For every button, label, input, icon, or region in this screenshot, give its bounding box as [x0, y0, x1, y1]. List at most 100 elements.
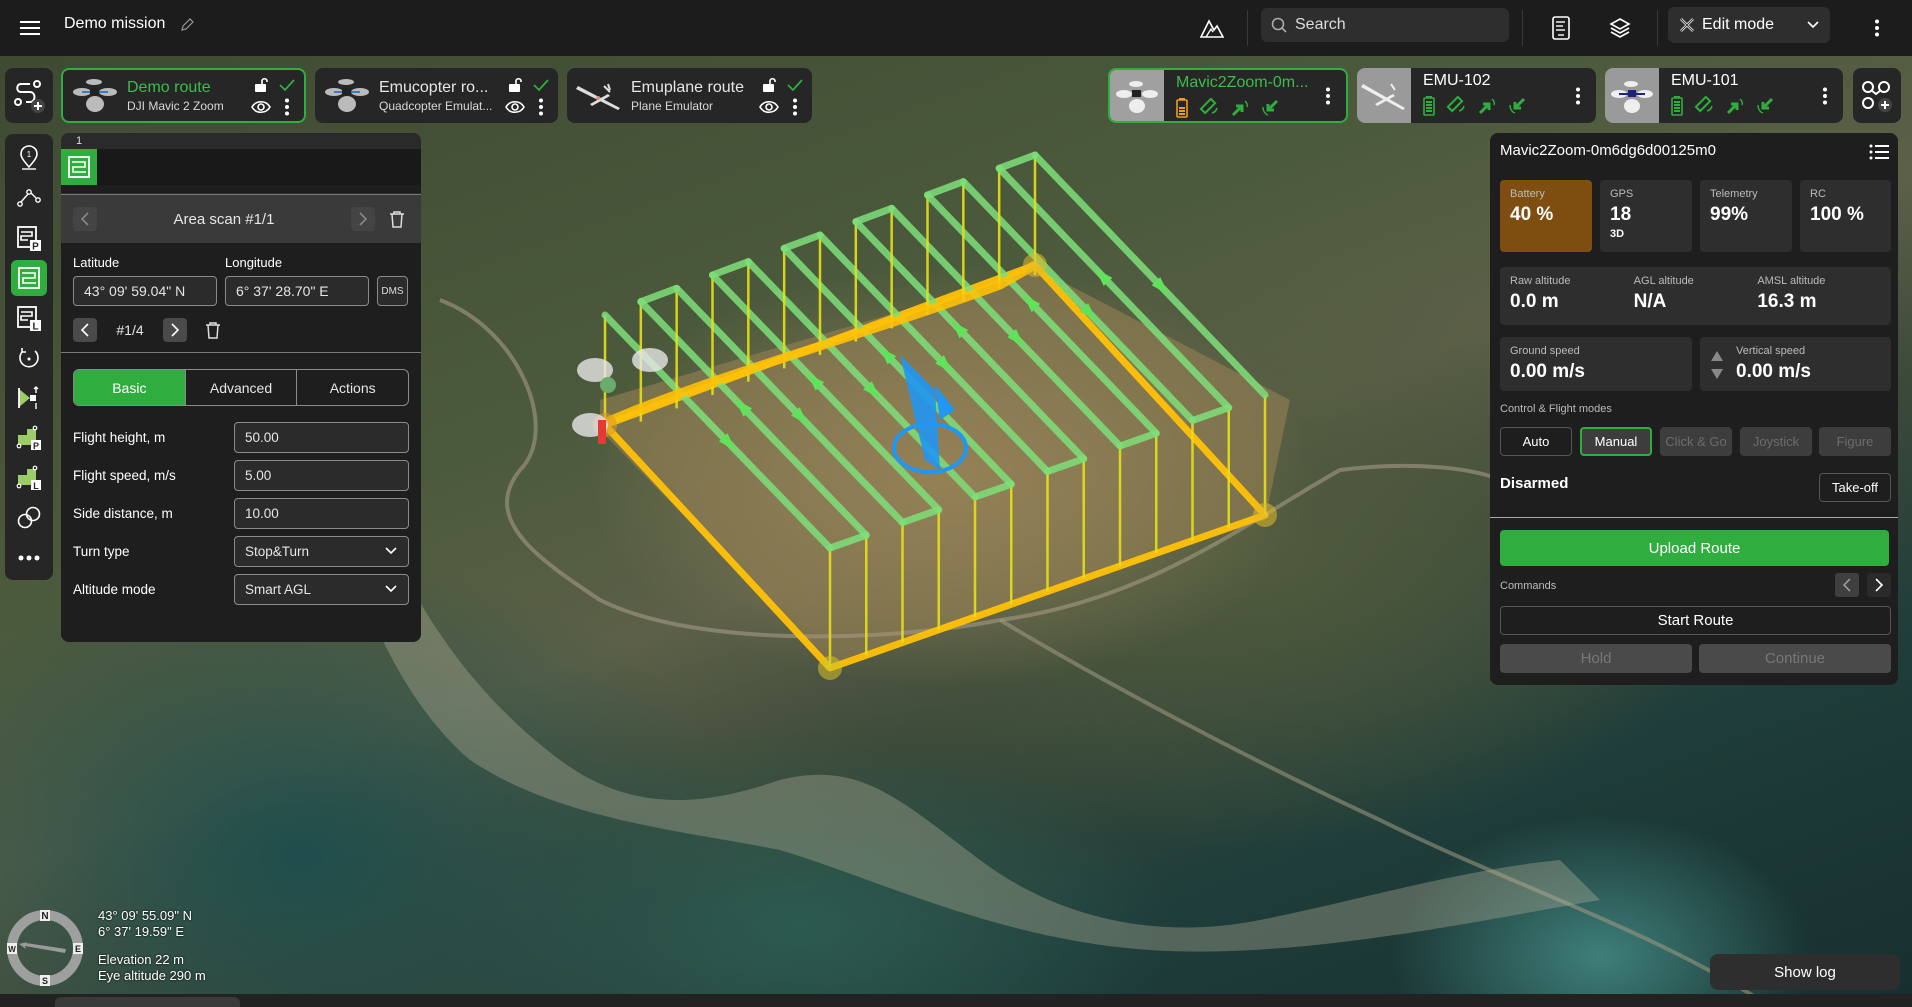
- add-vehicle-button[interactable]: [1853, 68, 1901, 123]
- mode-click-go-button[interactable]: Click & Go: [1660, 427, 1732, 456]
- facade-tool[interactable]: [11, 380, 47, 416]
- route-card-emuplane-route[interactable]: Emuplane route Plane Emulator: [567, 68, 812, 123]
- next-waypoint-button[interactable]: [163, 318, 187, 342]
- vehicle-details-menu-button[interactable]: [1868, 141, 1890, 163]
- mode-figure-button[interactable]: Figure: [1819, 427, 1891, 456]
- amsl-altitude-label: AMSL altitude: [1757, 275, 1826, 287]
- flight-speed-input[interactable]: [234, 459, 409, 491]
- flight-turn: [924, 178, 967, 199]
- vehicle-card-emu-102[interactable]: EMU-102: [1357, 68, 1596, 123]
- tab-advanced[interactable]: Advanced: [184, 370, 297, 405]
- segment-list: [61, 149, 421, 185]
- flight-height-label: Flight height, m: [73, 429, 166, 445]
- eye-icon[interactable]: [251, 100, 271, 114]
- latitude-input[interactable]: [73, 276, 217, 306]
- prev-waypoint-button[interactable]: [73, 318, 97, 342]
- polyline-tool[interactable]: [11, 180, 47, 216]
- vehicle-menu-button[interactable]: [1568, 68, 1588, 123]
- add-route-button[interactable]: [5, 68, 53, 123]
- route-card-demo-route[interactable]: Demo route DJI Mavic 2 Zoom: [61, 68, 306, 123]
- corridor-l-tool[interactable]: L: [11, 460, 47, 496]
- mode-select[interactable]: Edit mode: [1668, 7, 1830, 43]
- longitude-input[interactable]: [225, 276, 369, 306]
- app-root: Demo mission Edit mode: [0, 0, 1912, 1007]
- rc-value: 100 %: [1810, 204, 1864, 225]
- compass-north: N: [41, 911, 48, 922]
- turn-type-select[interactable]: Stop&Turn: [234, 535, 409, 567]
- commands-prev-button[interactable]: [1835, 573, 1859, 597]
- terrain-button[interactable]: [1196, 12, 1228, 44]
- route-card-emucopter-route[interactable]: Emucopter ro... Quadcopter Emulat...: [315, 68, 558, 123]
- segment-settings-tabs: Basic Advanced Actions: [73, 369, 409, 406]
- area-scan-tool[interactable]: [11, 260, 47, 296]
- flight-turn: [995, 151, 1039, 172]
- mode-joystick-button[interactable]: Joystick: [1740, 427, 1812, 456]
- kebab-icon[interactable]: [284, 98, 290, 116]
- coordinate-format-button[interactable]: DMS: [377, 276, 408, 306]
- unlock-icon[interactable]: [507, 77, 523, 93]
- vehicle-menu-button[interactable]: [1318, 70, 1338, 121]
- unlock-icon[interactable]: [761, 77, 777, 93]
- photogrammetry-tool[interactable]: P: [11, 220, 47, 256]
- continue-button[interactable]: Continue: [1699, 644, 1891, 673]
- vehicle-card-mavic2zoom[interactable]: Mavic2Zoom-0m...: [1108, 68, 1348, 123]
- vehicle-telemetry-panel: Mavic2Zoom-0m6dg6d00125m0 Battery 40 % G…: [1490, 133, 1898, 685]
- edit-tools-icon: [1680, 18, 1694, 32]
- mode-auto-button[interactable]: Auto: [1500, 427, 1572, 456]
- flight-height-input[interactable]: [234, 421, 409, 453]
- mode-manual-button[interactable]: Manual: [1580, 427, 1652, 456]
- edit-mission-name-button[interactable]: [178, 15, 196, 35]
- area-scan-p-icon: P: [17, 226, 41, 251]
- altitude-mode-select[interactable]: Smart AGL: [234, 573, 409, 605]
- uplink-icon: [1478, 98, 1496, 115]
- takeoff-button[interactable]: Take-off: [1819, 473, 1891, 502]
- add-route-icon: [14, 79, 45, 113]
- tab-basic[interactable]: Basic: [74, 370, 185, 405]
- eye-icon[interactable]: [759, 100, 779, 114]
- delete-waypoint-button[interactable]: [201, 318, 225, 342]
- corridor-p-tool[interactable]: P: [11, 420, 47, 456]
- figure-eight-tool[interactable]: [11, 500, 47, 536]
- side-distance-input[interactable]: [234, 497, 409, 529]
- upload-route-button[interactable]: Upload Route: [1500, 530, 1889, 566]
- kebab-icon[interactable]: [792, 98, 798, 116]
- latitude-label: Latitude: [73, 255, 120, 270]
- document-icon: [1552, 16, 1570, 40]
- prev-segment-button[interactable]: [73, 207, 97, 231]
- show-log-button[interactable]: Show log: [1710, 954, 1900, 990]
- start-route-button[interactable]: Start Route: [1500, 606, 1891, 635]
- mission-report-button[interactable]: [1545, 12, 1577, 44]
- longitude-label: Longitude: [225, 255, 283, 270]
- delete-segment-button[interactable]: [385, 207, 409, 231]
- next-segment-button[interactable]: [351, 207, 375, 231]
- search-box[interactable]: [1261, 8, 1509, 42]
- tab-actions[interactable]: Actions: [296, 370, 408, 405]
- flight-turn: [852, 204, 896, 226]
- hamburger-menu-button[interactable]: [14, 12, 46, 44]
- hold-button[interactable]: Hold: [1500, 644, 1692, 673]
- compass-widget[interactable]: N E S W: [5, 908, 85, 988]
- more-tools-button[interactable]: [11, 540, 47, 576]
- waypoint-tool[interactable]: 1: [11, 140, 47, 176]
- area-scan-l-icon: L: [17, 306, 41, 331]
- quadcopter-icon: [1605, 68, 1659, 123]
- search-input[interactable]: [1295, 16, 1495, 34]
- unlock-icon[interactable]: [253, 77, 269, 93]
- area-scan-icon: [18, 267, 40, 289]
- segment-item-area-scan[interactable]: [61, 149, 97, 185]
- lidar-tool[interactable]: L: [11, 300, 47, 336]
- kebab-icon: [1576, 87, 1580, 104]
- vehicle-menu-button[interactable]: [1815, 68, 1835, 123]
- kebab-icon[interactable]: [538, 98, 544, 116]
- taskbar-item[interactable]: [55, 997, 240, 1007]
- commands-next-button[interactable]: [1867, 573, 1891, 597]
- more-options-button[interactable]: [1862, 12, 1892, 44]
- circle-tool[interactable]: [11, 340, 47, 376]
- basic-parameters: Flight height, m Flight speed, m/s Side …: [61, 406, 421, 608]
- eye-icon[interactable]: [505, 100, 525, 114]
- cursor-latitude: 43° 09' 55.09" N: [98, 908, 192, 923]
- chevron-left-icon: [1842, 578, 1851, 592]
- vehicle-card-emu-101[interactable]: EMU-101: [1605, 68, 1843, 123]
- chevron-left-icon: [80, 212, 89, 226]
- map-layers-button[interactable]: [1604, 12, 1636, 44]
